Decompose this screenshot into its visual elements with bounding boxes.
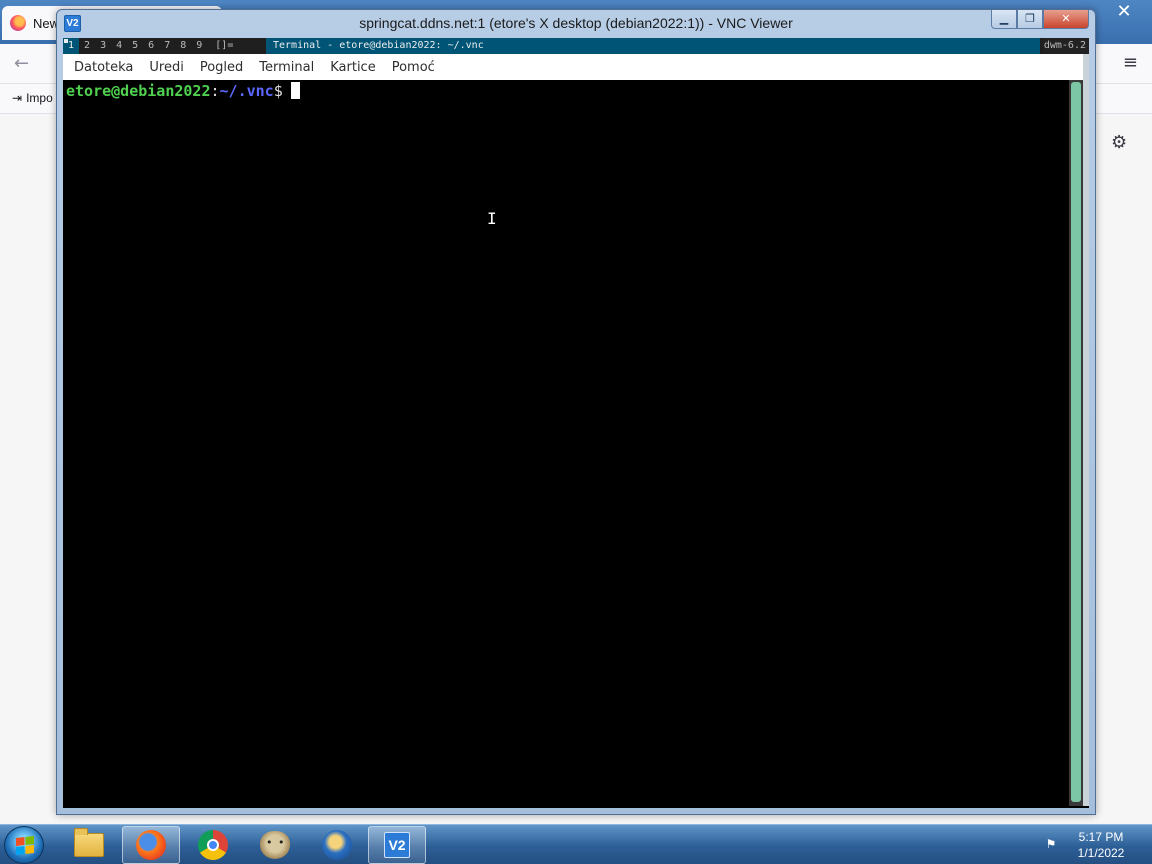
dwm-bar: 1 2 3 4 5 6 7 8 9 []= Terminal - etore@d… <box>63 38 1089 54</box>
dwm-tag-7[interactable]: 7 <box>159 38 175 54</box>
prompt-path: ~/.vnc <box>219 82 274 100</box>
prompt-symbol: $ <box>273 82 283 100</box>
bookmark-import-label: Impo <box>26 91 53 105</box>
dwm-window-title: Terminal - etore@debian2022: ~/.vnc <box>266 38 1040 54</box>
system-clock[interactable]: 5:17 PM 1/1/2022 <box>1068 829 1134 861</box>
menu-datoteka[interactable]: Datoteka <box>66 60 141 75</box>
gear-icon[interactable]: ⚙ <box>1111 132 1127 153</box>
terminal-scrollbar[interactable] <box>1069 80 1083 806</box>
dwm-tag-2[interactable]: 2 <box>79 38 95 54</box>
dwm-layout-symbol[interactable]: []= <box>207 38 239 54</box>
thunderbird-icon <box>322 830 352 860</box>
taskbar-chrome[interactable] <box>184 826 242 864</box>
menu-uredi[interactable]: Uredi <box>141 60 191 75</box>
dwm-tag-1[interactable]: 1 <box>63 38 80 54</box>
prompt-colon: : <box>210 82 220 100</box>
scrollbar-thumb[interactable] <box>1071 82 1081 802</box>
taskbar-thunderbird[interactable] <box>308 826 366 864</box>
window-controls: ▁ ❐ ✕ <box>991 10 1089 29</box>
clock-time: 5:17 PM <box>1078 830 1124 844</box>
firefox-icon <box>10 15 26 31</box>
firefox-icon <box>136 830 166 860</box>
dwm-tag-8[interactable]: 8 <box>175 38 191 54</box>
dwm-tags: 1 2 3 4 5 6 7 8 9 []= <box>63 38 239 54</box>
taskbar-vnc-viewer[interactable]: V2 <box>368 826 426 864</box>
gimp-icon <box>260 831 290 859</box>
vnc-viewer-window: V2 springcat.ddns.net:1 (etore's X deskt… <box>56 9 1096 815</box>
menu-kartice[interactable]: Kartice <box>322 60 383 75</box>
dwm-tag-5[interactable]: 5 <box>127 38 143 54</box>
prompt-user-host: etore@debian2022 <box>66 82 211 100</box>
text-cursor <box>290 82 300 99</box>
menu-pogled[interactable]: Pogled <box>192 60 251 75</box>
import-icon: ⇥ <box>12 91 23 105</box>
windows-explorer-icon <box>74 828 104 857</box>
hamburger-menu-icon[interactable]: ≡ <box>1123 52 1138 73</box>
terminal-border <box>1083 54 1089 806</box>
menu-terminal[interactable]: Terminal <box>251 60 322 75</box>
vnc-window-title: springcat.ddns.net:1 (etore's X desktop … <box>359 15 793 31</box>
dwm-tag-9[interactable]: 9 <box>191 38 207 54</box>
vnc-titlebar[interactable]: V2 springcat.ddns.net:1 (etore's X deskt… <box>57 10 1095 38</box>
bookmark-import[interactable]: ⇥ Impo <box>12 91 53 105</box>
back-arrow-icon[interactable]: ← <box>14 53 29 74</box>
dwm-tag-6[interactable]: 6 <box>143 38 159 54</box>
shell-prompt: etore@debian2022:~/.vnc$ <box>66 82 300 100</box>
dwm-status: dwm-6.2 <box>1043 38 1089 54</box>
terminal-output[interactable]: etore@debian2022:~/.vnc$ <box>63 80 1069 806</box>
start-button[interactable] <box>4 826 44 864</box>
dwm-tag-4[interactable]: 4 <box>111 38 127 54</box>
taskbar: V2 ⚑ 5:17 PM 1/1/2022 <box>0 824 1152 864</box>
menu-pomoc[interactable]: Pomoć <box>384 60 443 75</box>
close-button[interactable]: ✕ <box>1043 10 1089 29</box>
taskbar-explorer[interactable] <box>60 826 118 864</box>
clock-date: 1/1/2022 <box>1077 846 1125 860</box>
maximize-button[interactable]: ❐ <box>1017 10 1043 29</box>
terminal-menubar: Datoteka Uredi Pogled Terminal Kartice P… <box>63 54 1083 80</box>
action-center-icon[interactable]: ⚑ <box>1044 837 1058 851</box>
taskbar-firefox[interactable] <box>122 826 180 864</box>
remote-desktop[interactable]: 1 2 3 4 5 6 7 8 9 []= Terminal - etore@d… <box>63 38 1089 808</box>
firefox-close-icon[interactable]: ✕ <box>1106 0 1142 24</box>
minimize-button[interactable]: ▁ <box>991 10 1017 29</box>
chrome-icon <box>198 830 228 860</box>
ibeam-cursor-icon: I <box>487 209 497 228</box>
windows-logo-icon <box>16 836 34 855</box>
taskbar-gimp[interactable] <box>246 826 304 864</box>
vnc-viewer-icon: V2 <box>384 832 410 858</box>
dwm-tag-3[interactable]: 3 <box>95 38 111 54</box>
